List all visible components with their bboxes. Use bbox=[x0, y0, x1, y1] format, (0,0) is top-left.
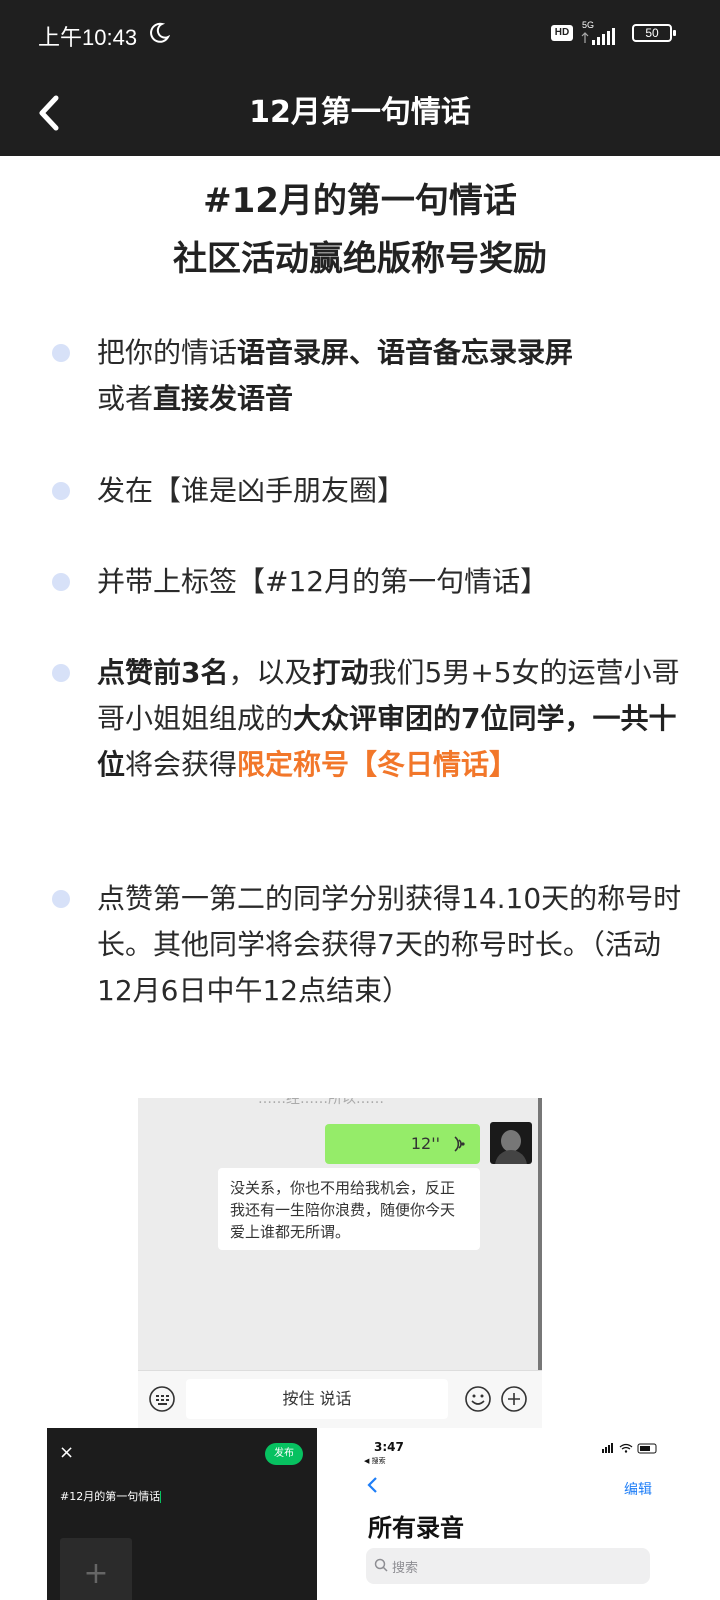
battery-level: 50 bbox=[645, 26, 659, 40]
headline-line-1: #12月的第一句情话 bbox=[203, 181, 517, 221]
voice-message-bubble: 12'' bbox=[325, 1124, 480, 1164]
voice-wave-icon bbox=[454, 1136, 465, 1152]
bullet-text: 并带上标签【#12月的第一句情话】 bbox=[97, 565, 549, 598]
publish-button: 发布 bbox=[265, 1443, 303, 1465]
search-field: 搜索 bbox=[366, 1548, 650, 1584]
nav-bar: 12月第一句情话 bbox=[0, 70, 720, 156]
text-message-bubble: 没关系，你也不用给我机会，反正我还有一生陪你浪费，随便你今天爱上谁都无所谓。 bbox=[218, 1168, 480, 1250]
bold-span: 点赞前3名 bbox=[97, 656, 229, 689]
battery-icon: 50 bbox=[632, 24, 676, 42]
status-bar: 上午10:43 HD 5G 50 bbox=[0, 0, 720, 70]
text-span: 或者 bbox=[97, 382, 154, 415]
bullet-text: 点赞第一第二的同学分别获得14.10天的称号时长。其他同学将会获得7天的称号时长… bbox=[97, 882, 682, 1007]
post-text-value: #12月的第一句情话 bbox=[60, 1490, 161, 1503]
text-caret bbox=[160, 1491, 162, 1503]
bold-span: 直接发语音 bbox=[153, 382, 294, 415]
bold-span: 语音录屏、语音备忘录录屏 bbox=[237, 336, 574, 369]
chat-input-bar: 按住 说话 bbox=[138, 1370, 542, 1428]
bullet-text: 点赞前3名，以及打动我们5男+5女的运营小哥哥小姐姐组成的大众评审团的7位同学，… bbox=[97, 650, 692, 788]
page-title: 12月第一句情话 bbox=[249, 95, 471, 130]
scrollbar bbox=[538, 1098, 542, 1370]
bullet-dot bbox=[52, 664, 70, 682]
recordings-title: 所有录音 bbox=[368, 1514, 464, 1542]
search-icon bbox=[374, 1558, 388, 1572]
bold-span: 打动 bbox=[312, 656, 369, 689]
status-time: 上午10:43 bbox=[38, 25, 138, 50]
text-span: 将会获得 bbox=[125, 748, 238, 781]
edit-button: 编辑 bbox=[624, 1482, 652, 1498]
bullet-dot bbox=[52, 482, 70, 500]
chevron-left-icon bbox=[367, 1477, 377, 1493]
bullet-text: 把你的情话语音录屏、语音备忘录录屏或者直接发语音 bbox=[97, 330, 692, 422]
emoji-icon bbox=[465, 1386, 491, 1412]
highlight-span: 限定称号【冬日情话】 bbox=[237, 748, 518, 781]
text-span: ，以及 bbox=[228, 656, 313, 689]
bullet-text: 发在【谁是凶手朋友圈】 bbox=[97, 474, 406, 507]
post-text: #12月的第一句情话 bbox=[60, 1488, 162, 1504]
headline: #12月的第一句情话 社区活动赢绝版称号奖励 bbox=[0, 172, 720, 288]
signal-icon bbox=[581, 28, 615, 45]
hd-badge: HD bbox=[551, 25, 573, 41]
recordings-screenshot: 3:47 ◀ 搜索 编辑 所有录音 搜索 bbox=[362, 1432, 672, 1600]
voice-duration: 12'' bbox=[410, 1134, 440, 1153]
bullet-dot bbox=[52, 344, 70, 362]
text-span: 把你的情话 bbox=[97, 336, 238, 369]
bullet-dot bbox=[52, 573, 70, 591]
plus-icon bbox=[501, 1386, 527, 1412]
chat-screenshot: ……经……所以…… 12'' 没关系，你也不用给我机会，反正我还有一生陪你浪费，… bbox=[138, 1098, 542, 1428]
bullet-dot bbox=[52, 890, 70, 908]
hold-to-talk-button: 按住 说话 bbox=[186, 1379, 448, 1419]
post-screenshot: × 发布 #12月的第一句情话 + bbox=[47, 1428, 317, 1600]
search-placeholder: 搜索 bbox=[392, 1561, 419, 1576]
close-icon: × bbox=[59, 1442, 75, 1463]
headline-line-2: 社区活动赢绝版称号奖励 bbox=[173, 239, 547, 279]
ios-back-to-search: ◀ 搜索 bbox=[364, 1457, 386, 1465]
ios-time: 3:47 bbox=[374, 1440, 404, 1454]
add-media-button: + bbox=[60, 1538, 132, 1600]
moon-icon bbox=[150, 22, 170, 43]
avatar bbox=[490, 1122, 532, 1164]
ios-status-icons bbox=[602, 1443, 657, 1454]
keyboard-icon bbox=[149, 1386, 175, 1412]
clipped-text: ……经……所以…… bbox=[258, 1098, 384, 1107]
